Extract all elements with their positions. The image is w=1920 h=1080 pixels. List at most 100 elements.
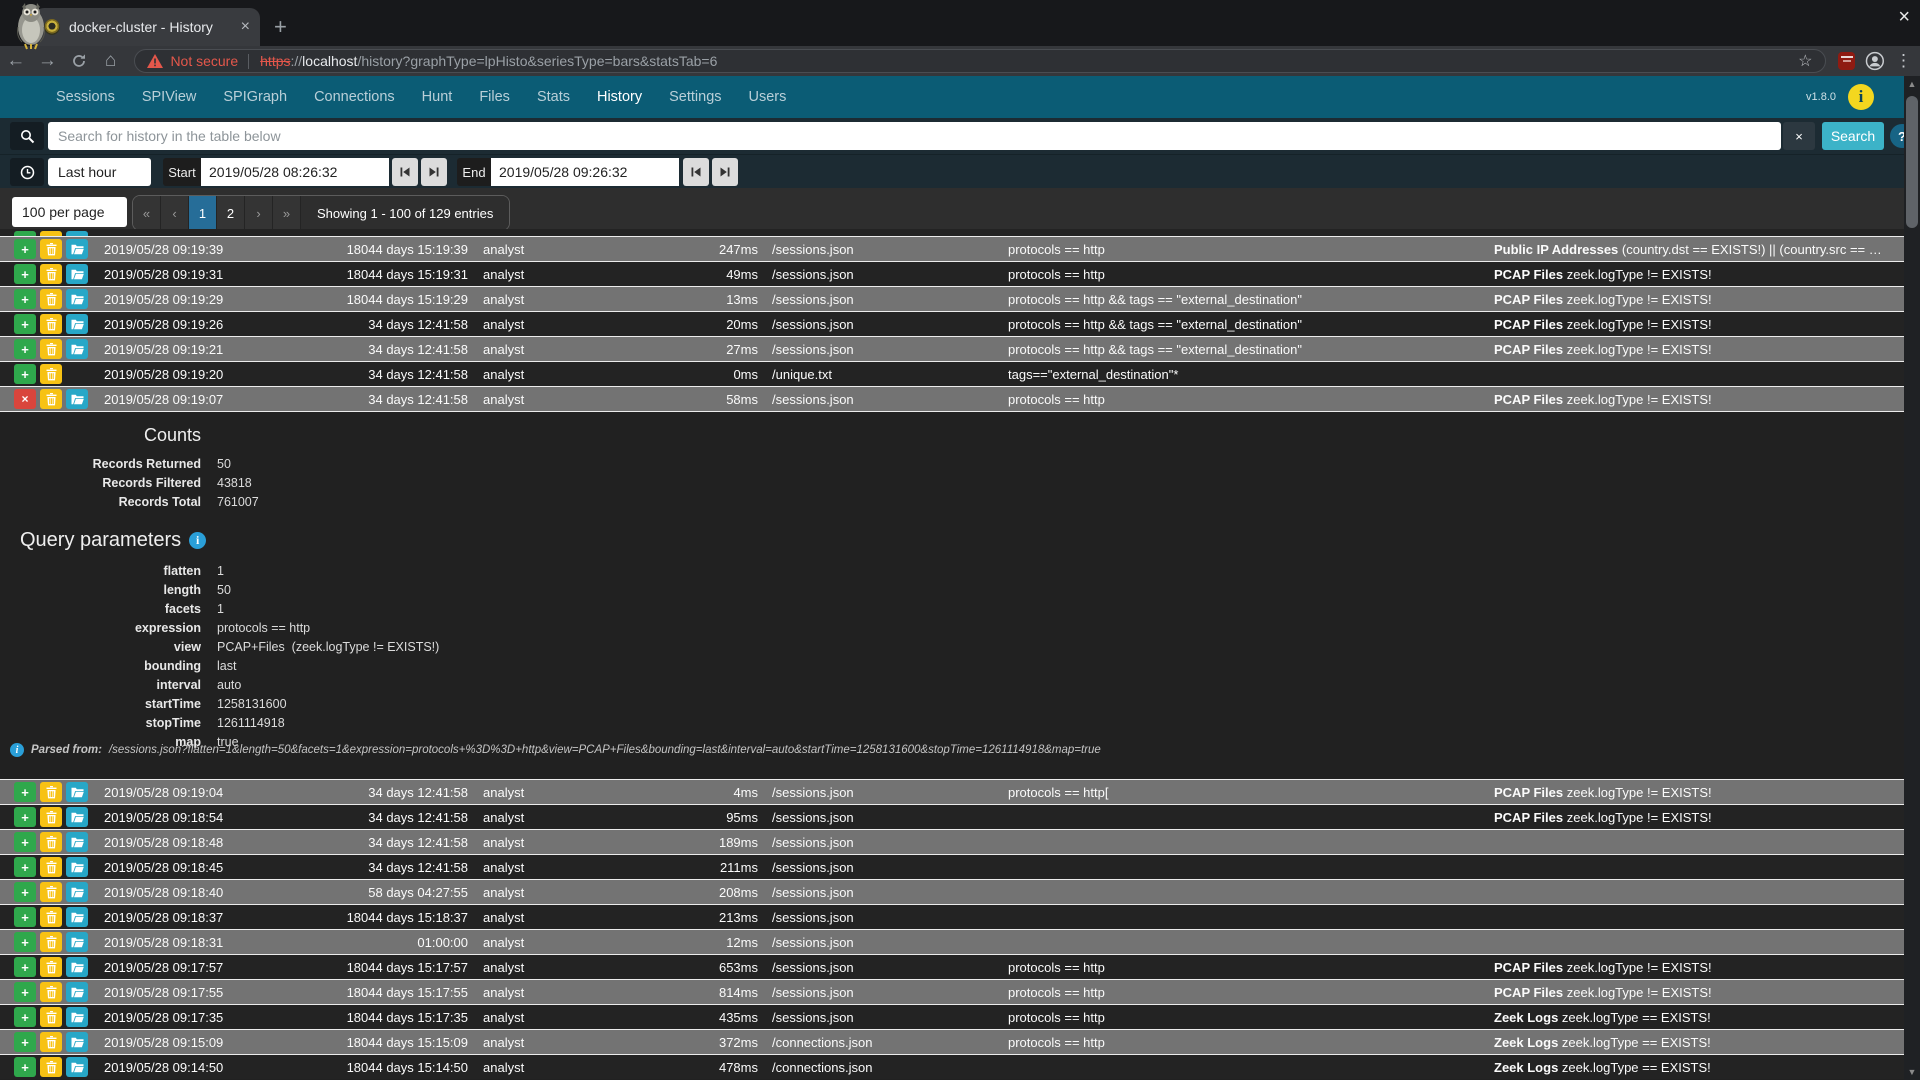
- delete-row-button[interactable]: [40, 807, 62, 827]
- expand-row-button[interactable]: +: [14, 339, 36, 359]
- expand-row-button[interactable]: +: [14, 314, 36, 334]
- page-button-1[interactable]: 1: [189, 196, 217, 230]
- per-page-select[interactable]: 100 per page: [12, 197, 127, 227]
- nav-item-settings[interactable]: Settings: [669, 89, 721, 105]
- time-range-select[interactable]: Last hour: [48, 158, 151, 186]
- expand-row-button[interactable]: +: [14, 264, 36, 284]
- expand-row-button[interactable]: +: [14, 1032, 36, 1052]
- nav-item-files[interactable]: Files: [479, 89, 510, 105]
- nav-item-connections[interactable]: Connections: [314, 89, 395, 105]
- open-query-button[interactable]: [66, 782, 88, 802]
- expand-row-button[interactable]: +: [14, 857, 36, 877]
- expand-row-button[interactable]: +: [14, 882, 36, 902]
- search-button[interactable]: Search: [1822, 122, 1884, 150]
- expand-row-button[interactable]: +: [14, 239, 36, 259]
- open-query-button[interactable]: [66, 1032, 88, 1052]
- open-query-button[interactable]: [66, 807, 88, 827]
- skip-start-back-icon[interactable]: [392, 158, 418, 186]
- pager-button[interactable]: «: [133, 196, 161, 230]
- open-query-button[interactable]: [66, 339, 88, 359]
- nav-item-history[interactable]: History: [597, 89, 642, 105]
- pager-button[interactable]: ›: [245, 196, 273, 230]
- expand-row-button[interactable]: +: [14, 982, 36, 1002]
- end-time-input[interactable]: [491, 158, 679, 186]
- skip-end-back-icon[interactable]: [683, 158, 709, 186]
- window-close-icon[interactable]: ×: [1898, 6, 1910, 29]
- expand-row-button[interactable]: +: [14, 957, 36, 977]
- open-query-button[interactable]: [66, 1057, 88, 1077]
- expand-row-button[interactable]: +: [14, 289, 36, 309]
- back-icon[interactable]: ←: [0, 46, 32, 76]
- expand-row-button[interactable]: +: [14, 782, 36, 802]
- info-icon[interactable]: i: [1848, 84, 1874, 110]
- nav-item-stats[interactable]: Stats: [537, 89, 570, 105]
- delete-row-button[interactable]: [40, 239, 62, 259]
- clear-search-button[interactable]: ×: [1783, 122, 1815, 150]
- expand-row-button[interactable]: +: [14, 932, 36, 952]
- skip-end-forward-icon[interactable]: [712, 158, 738, 186]
- delete-row-button[interactable]: [40, 339, 62, 359]
- open-query-button[interactable]: [66, 314, 88, 334]
- delete-row-button[interactable]: [40, 1007, 62, 1027]
- delete-row-button[interactable]: [40, 289, 62, 309]
- ublock-extension-icon[interactable]: [1838, 52, 1856, 70]
- browser-menu-icon[interactable]: ⋮: [1895, 51, 1912, 71]
- nav-item-hunt[interactable]: Hunt: [422, 89, 453, 105]
- delete-row-button[interactable]: [40, 882, 62, 902]
- delete-row-button[interactable]: [40, 314, 62, 334]
- open-query-button[interactable]: [66, 857, 88, 877]
- page-button-2[interactable]: 2: [217, 196, 245, 230]
- delete-row-button[interactable]: [40, 907, 62, 927]
- delete-row-button[interactable]: [40, 1057, 62, 1077]
- open-query-button[interactable]: [66, 289, 88, 309]
- nav-item-sessions[interactable]: Sessions: [56, 89, 115, 105]
- delete-row-button[interactable]: [40, 1032, 62, 1052]
- search-input[interactable]: [48, 122, 1781, 150]
- skip-start-forward-icon[interactable]: [421, 158, 447, 186]
- nav-item-spigraph[interactable]: SPIGraph: [223, 89, 287, 105]
- open-query-button[interactable]: [66, 264, 88, 284]
- address-bar[interactable]: Not secure https://localhost/history?gra…: [134, 49, 1825, 73]
- delete-row-button[interactable]: [40, 857, 62, 877]
- expand-row-button[interactable]: +: [14, 364, 36, 384]
- home-icon[interactable]: ⌂: [95, 46, 127, 76]
- refresh-icon[interactable]: [63, 46, 95, 76]
- pager-button[interactable]: »: [273, 196, 301, 230]
- open-query-button[interactable]: [66, 882, 88, 902]
- open-query-button[interactable]: [66, 932, 88, 952]
- open-query-button[interactable]: [66, 832, 88, 852]
- expand-row-button[interactable]: +: [14, 807, 36, 827]
- new-tab-button[interactable]: +: [274, 14, 287, 40]
- delete-row-button[interactable]: [40, 957, 62, 977]
- scrollbar-thumb[interactable]: [1906, 96, 1918, 228]
- page-scrollbar[interactable]: ▲ ▼: [1904, 76, 1920, 1080]
- expand-row-button[interactable]: +: [14, 1057, 36, 1077]
- profile-icon[interactable]: [1865, 51, 1885, 71]
- start-time-input[interactable]: [201, 158, 389, 186]
- info-icon[interactable]: i: [189, 532, 206, 549]
- delete-row-button[interactable]: [40, 782, 62, 802]
- open-query-button[interactable]: [66, 982, 88, 1002]
- delete-row-button[interactable]: [40, 264, 62, 284]
- delete-row-button[interactable]: [40, 982, 62, 1002]
- expand-row-button[interactable]: +: [14, 832, 36, 852]
- delete-row-button[interactable]: [40, 389, 62, 409]
- delete-row-button[interactable]: [40, 364, 62, 384]
- delete-row-button[interactable]: [40, 932, 62, 952]
- tab-close-icon[interactable]: ×: [241, 18, 250, 36]
- nav-item-spiview[interactable]: SPIView: [142, 89, 197, 105]
- pager-button[interactable]: ‹: [161, 196, 189, 230]
- forward-icon[interactable]: →: [32, 46, 64, 76]
- expand-row-button[interactable]: +: [14, 907, 36, 927]
- open-query-button[interactable]: [66, 389, 88, 409]
- nav-item-users[interactable]: Users: [749, 89, 787, 105]
- open-query-button[interactable]: [66, 1007, 88, 1027]
- scroll-up-icon[interactable]: ▲: [1904, 76, 1920, 92]
- open-query-button[interactable]: [66, 907, 88, 927]
- browser-tab[interactable]: docker-cluster - History ×: [34, 8, 260, 46]
- collapse-row-button[interactable]: ×: [14, 389, 36, 409]
- bookmark-star-icon[interactable]: ☆: [1798, 51, 1812, 71]
- expand-row-button[interactable]: +: [14, 1007, 36, 1027]
- delete-row-button[interactable]: [40, 832, 62, 852]
- open-query-button[interactable]: [66, 957, 88, 977]
